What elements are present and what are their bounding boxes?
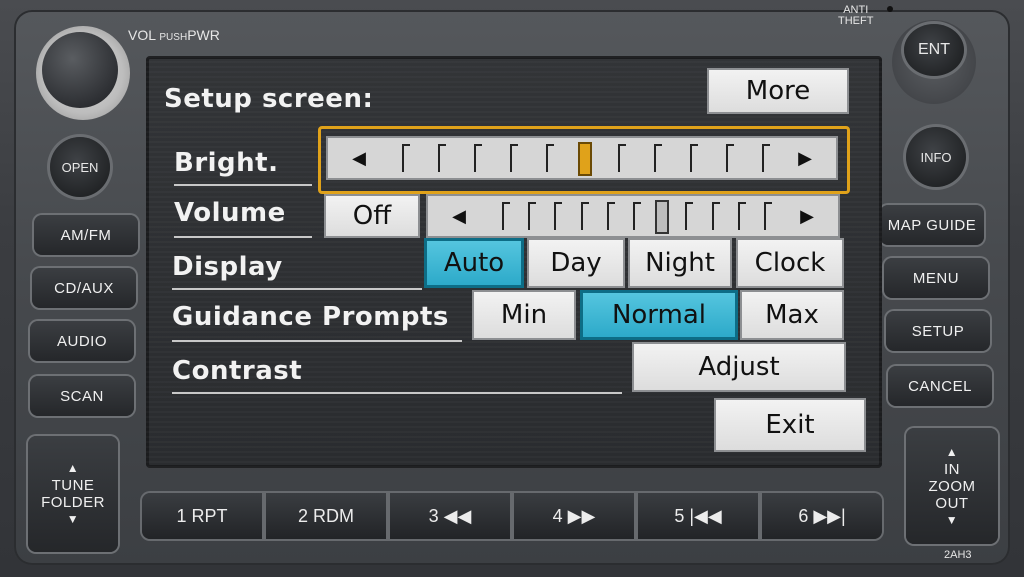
page-title: Setup screen:: [164, 84, 374, 114]
contrast-adjust-button[interactable]: Adjust: [632, 342, 846, 392]
slider-tick: [474, 144, 482, 172]
slider-thumb[interactable]: [655, 200, 670, 234]
volume-slider[interactable]: ◀ ▶: [426, 194, 840, 238]
guidance-prompts-label: Guidance Prompts: [172, 302, 449, 332]
display-day-button[interactable]: Day: [527, 238, 625, 288]
info-button[interactable]: INFO: [906, 127, 966, 187]
brightness-increase-icon[interactable]: ▶: [772, 136, 838, 180]
tune-folder-rocker[interactable]: ▲ TUNE FOLDER ▼: [28, 436, 118, 552]
slider-tick: [726, 144, 734, 172]
scan-button[interactable]: SCAN: [30, 376, 134, 416]
brightness-decrease-icon[interactable]: ◀: [326, 136, 392, 180]
more-button[interactable]: More: [707, 68, 849, 114]
slider-tick: [737, 202, 746, 230]
up-arrow-icon: ▲: [66, 461, 80, 475]
divider: [174, 184, 312, 186]
slider-tick: [633, 202, 641, 230]
divider: [174, 236, 312, 238]
slider-tick: [606, 202, 615, 230]
guidance-max-button[interactable]: Max: [740, 290, 844, 340]
display-auto-button[interactable]: Auto: [424, 238, 524, 288]
divider: [172, 340, 462, 342]
slider-tick: [528, 202, 537, 230]
volume-label: Volume: [174, 198, 286, 228]
slider-tick: [402, 144, 410, 172]
zoom-rocker[interactable]: ▲ IN ZOOM OUT ▼: [906, 428, 998, 544]
slider-tick: [502, 202, 510, 230]
slider-tick: [618, 144, 626, 172]
nav-screen: Setup screen: More Bright. ◀ ▶ Volume Of…: [146, 56, 882, 468]
divider: [172, 392, 622, 394]
setup-button[interactable]: SETUP: [886, 311, 990, 351]
preset-6-button[interactable]: 6 ▶▶|: [762, 493, 882, 539]
open-button[interactable]: OPEN: [50, 137, 110, 197]
head-unit-bezel: VOL PUSHPWR ANTI THEFT ENT OPEN INFO AM/F…: [0, 0, 1024, 577]
preset-5-button[interactable]: 5 |◀◀: [638, 493, 758, 539]
slider-tick: [711, 202, 720, 230]
exit-button[interactable]: Exit: [714, 398, 866, 452]
display-clock-button[interactable]: Clock: [736, 238, 844, 288]
knob-cap: [42, 32, 118, 108]
slider-tick: [762, 144, 770, 172]
bright-label: Bright.: [174, 148, 279, 178]
audio-button[interactable]: AUDIO: [30, 321, 134, 361]
guidance-min-button[interactable]: Min: [472, 290, 576, 340]
up-arrow-icon: ▲: [945, 444, 959, 459]
slider-tick: [764, 202, 772, 230]
preset-1-button[interactable]: 1 RPT: [142, 493, 262, 539]
volume-power-knob[interactable]: [36, 26, 130, 120]
brightness-slider[interactable]: ◀ ▶: [326, 136, 838, 180]
cancel-button[interactable]: CANCEL: [888, 366, 992, 406]
slider-tick: [690, 144, 698, 172]
slider-tick: [685, 202, 694, 230]
volume-increase-icon[interactable]: ▶: [774, 194, 840, 238]
map-guide-button[interactable]: MAP GUIDE: [880, 205, 984, 245]
display-night-button[interactable]: Night: [628, 238, 732, 288]
preset-2-button[interactable]: 2 RDM: [266, 493, 386, 539]
slider-tick: [554, 202, 563, 230]
slider-tick: [546, 144, 554, 172]
down-arrow-icon: ▼: [945, 512, 959, 527]
divider: [172, 288, 422, 290]
anti-theft-label: ANTI THEFT: [838, 4, 874, 27]
preset-3-button[interactable]: 3 ◀◀: [390, 493, 510, 539]
ent-button[interactable]: ENT: [904, 24, 964, 76]
menu-button[interactable]: MENU: [884, 258, 988, 298]
slider-tick: [654, 144, 662, 172]
anti-theft-led: [887, 6, 893, 12]
cd-aux-button[interactable]: CD/AUX: [32, 268, 136, 308]
preset-4-button[interactable]: 4 ▶▶: [514, 493, 634, 539]
volume-decrease-icon[interactable]: ◀: [426, 194, 492, 238]
volume-off-button[interactable]: Off: [324, 194, 420, 238]
slider-tick: [580, 202, 589, 230]
model-code: 2AH3: [944, 549, 972, 561]
vol-label: VOL PUSHPWR: [128, 27, 220, 43]
display-label: Display: [172, 252, 283, 282]
am-fm-button[interactable]: AM/FM: [34, 215, 138, 255]
slider-tick: [438, 144, 446, 172]
guidance-normal-button[interactable]: Normal: [580, 290, 738, 340]
slider-tick: [510, 144, 518, 172]
contrast-label: Contrast: [172, 356, 303, 386]
down-arrow-icon: ▼: [66, 512, 80, 526]
slider-thumb[interactable]: [578, 142, 592, 176]
